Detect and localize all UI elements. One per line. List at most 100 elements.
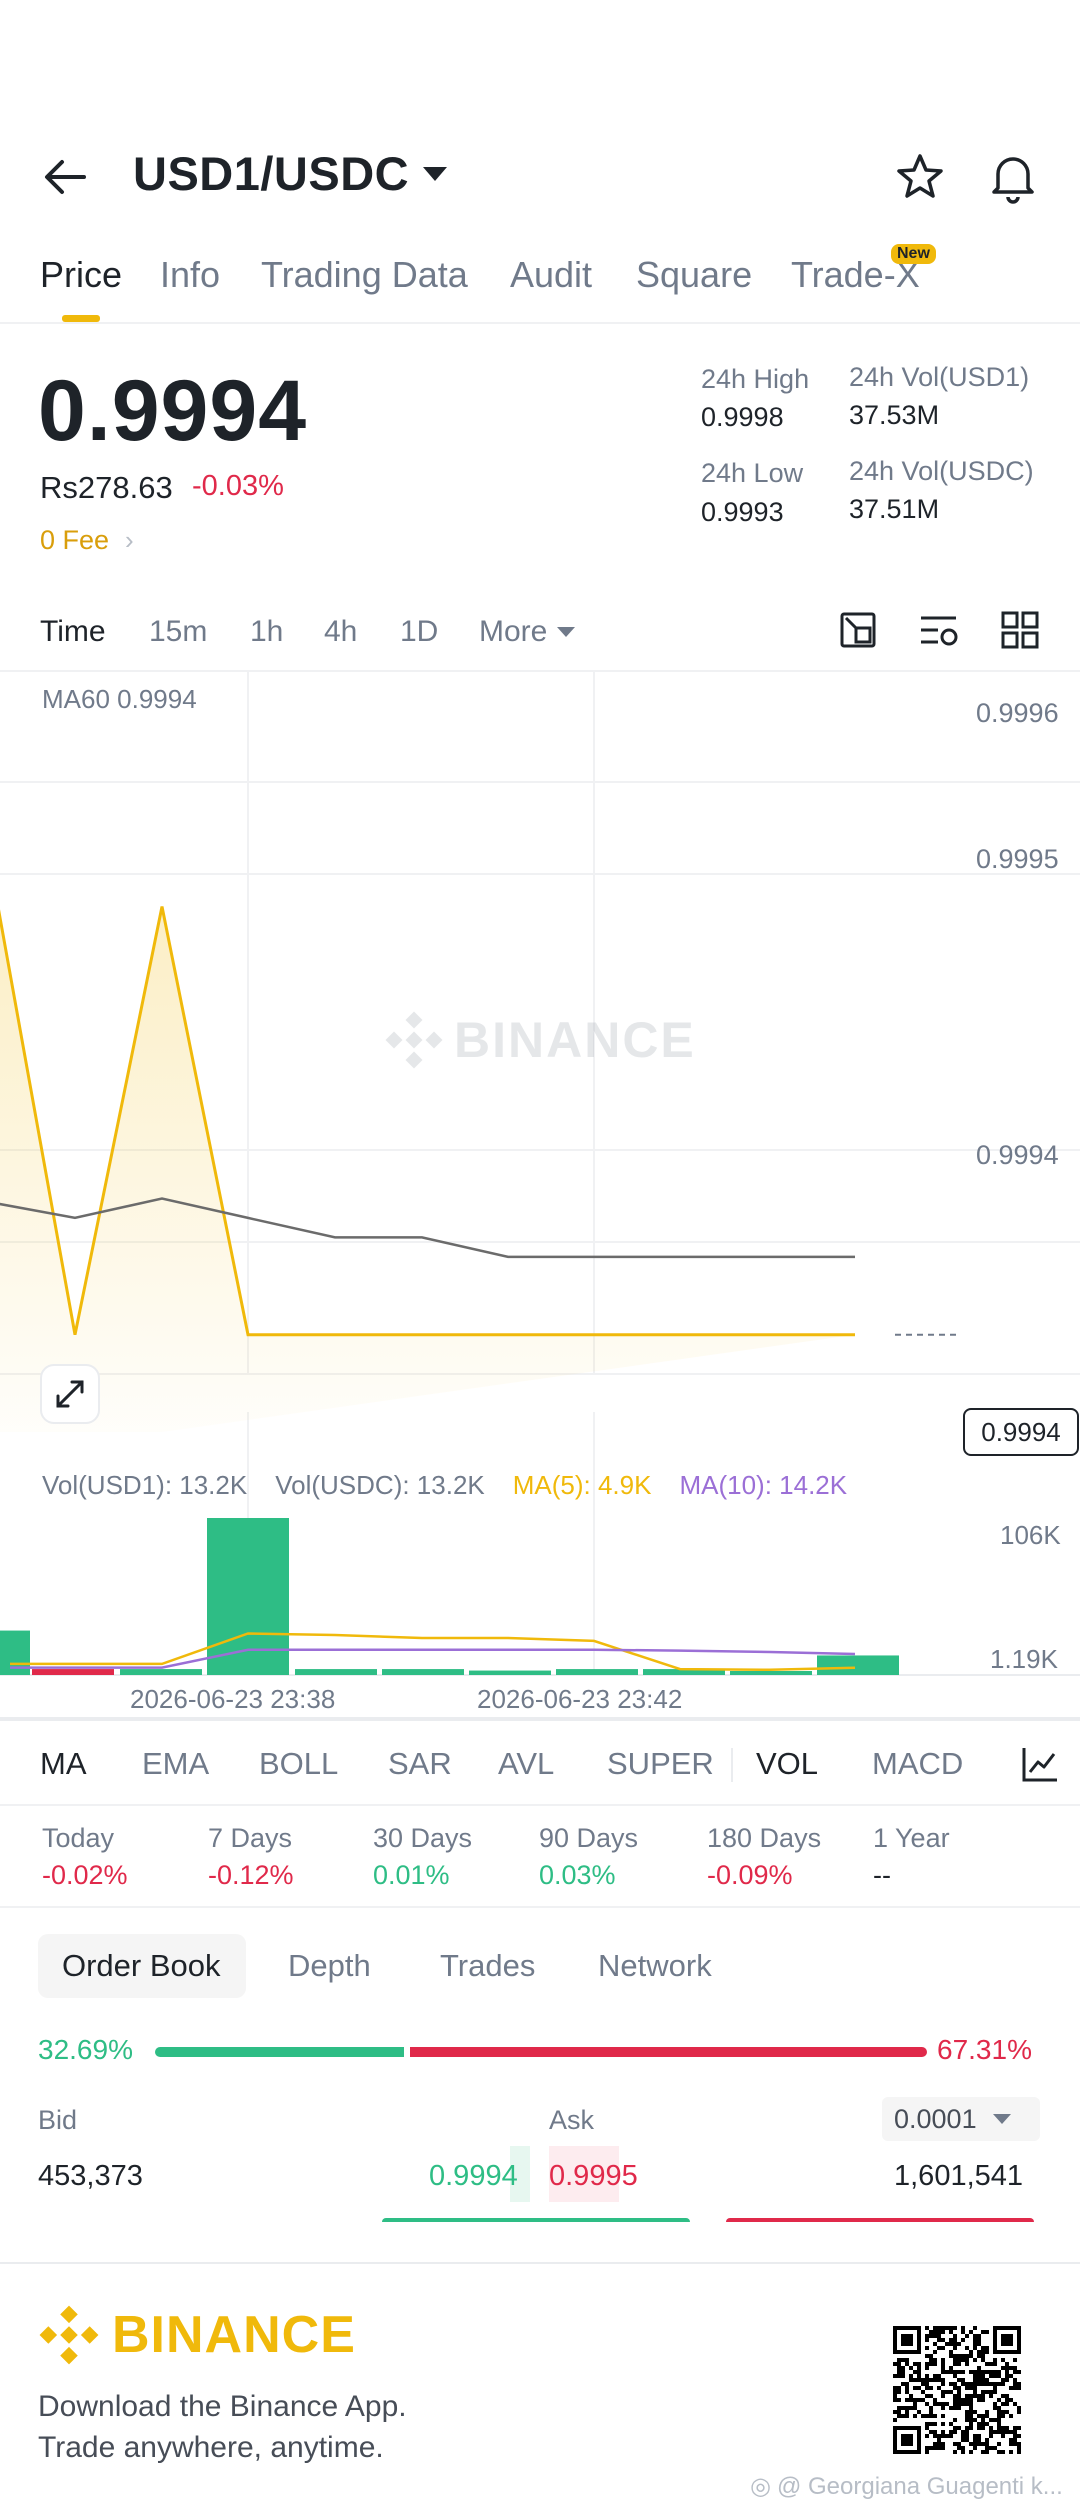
perf-value: -- bbox=[873, 1860, 891, 1890]
perf-label: 1 Year bbox=[873, 1823, 950, 1853]
tab-trades[interactable]: Trades bbox=[440, 1948, 535, 1984]
perf-value: 0.01% bbox=[373, 1860, 450, 1890]
volume-tick: 1.19K bbox=[990, 1644, 1058, 1674]
sell-button-edge[interactable] bbox=[726, 2218, 1034, 2222]
buy-button-edge[interactable] bbox=[382, 2218, 690, 2222]
footer-brand: BINANCE bbox=[38, 2304, 356, 2366]
divider bbox=[0, 322, 1080, 324]
volume-bar bbox=[730, 1671, 812, 1675]
low-value: 0.9993 bbox=[701, 497, 784, 527]
timeframe-4h[interactable]: 4h bbox=[324, 615, 357, 649]
chart-mode-icon[interactable] bbox=[838, 610, 878, 650]
indicator-sar[interactable]: SAR bbox=[388, 1746, 452, 1782]
price-area-fill bbox=[0, 906, 855, 1432]
ask-quantity: 1,601,541 bbox=[894, 2160, 1024, 2192]
price-tick: 0.9995 bbox=[976, 844, 1059, 874]
volume-tick: 106K bbox=[1000, 1520, 1061, 1550]
ask-percent: 67.31% bbox=[937, 2034, 1032, 2065]
indicator-ema[interactable]: EMA bbox=[142, 1746, 209, 1782]
vol2-value: 37.51M bbox=[849, 494, 940, 524]
expand-icon bbox=[56, 1380, 84, 1408]
indicator-macd[interactable]: MACD bbox=[872, 1746, 963, 1782]
fullscreen-button[interactable] bbox=[40, 1364, 100, 1424]
legend-vol1: Vol(USD1): 13.2K bbox=[42, 1470, 248, 1500]
divider bbox=[0, 1906, 1080, 1908]
caret-down-icon bbox=[992, 2114, 1011, 2124]
active-tab-indicator bbox=[62, 315, 100, 322]
indicator-avl[interactable]: AVL bbox=[498, 1746, 554, 1782]
tab-order-book[interactable]: Order Book bbox=[38, 1934, 246, 1998]
volume-bar bbox=[295, 1669, 377, 1675]
timeframe-1h[interactable]: 1h bbox=[250, 615, 283, 649]
tab-network[interactable]: Network bbox=[598, 1948, 712, 1984]
ratio-bar bbox=[155, 2047, 927, 2057]
volume-bar bbox=[469, 1670, 551, 1675]
volume-bar bbox=[207, 1518, 289, 1675]
bid-price: 0.9994 bbox=[429, 2160, 518, 2192]
precision-value: 0.0001 bbox=[894, 2103, 977, 2134]
indicator-settings-icon[interactable] bbox=[1020, 1744, 1060, 1784]
vol1-value: 37.53M bbox=[849, 400, 940, 430]
indicator-vol[interactable]: VOL bbox=[756, 1746, 818, 1782]
indicator-ma[interactable]: MA bbox=[40, 1746, 87, 1782]
caret-down-icon bbox=[557, 627, 576, 637]
bid-bar bbox=[155, 2047, 405, 2057]
back-icon[interactable] bbox=[40, 152, 90, 202]
perf-1y: 1 Year -- bbox=[873, 1823, 950, 1891]
tab-square[interactable]: Square bbox=[636, 254, 752, 296]
binance-watermark: BINANCE bbox=[384, 1010, 696, 1070]
high-value: 0.9998 bbox=[701, 402, 784, 432]
timeframe-1d[interactable]: 1D bbox=[400, 615, 438, 649]
legend-vol2: Vol(USDC): 13.2K bbox=[275, 1470, 485, 1500]
vol2-label: 24h Vol(USDC) bbox=[849, 456, 1034, 486]
price-series-layer bbox=[0, 906, 960, 1432]
perf-value: 0.03% bbox=[539, 1860, 616, 1890]
caret-down-icon bbox=[423, 166, 448, 181]
tab-order-book-label: Order Book bbox=[62, 1948, 221, 1983]
more-label: More bbox=[479, 615, 548, 648]
indicator-boll[interactable]: BOLL bbox=[259, 1746, 338, 1782]
perf-value: -0.09% bbox=[707, 1860, 793, 1890]
pair-title: USD1/USDC bbox=[133, 147, 410, 200]
bid-quantity: 453,373 bbox=[38, 2160, 143, 2192]
perf-label: 7 Days bbox=[208, 1823, 293, 1853]
credit-text: ◎ @ Georgiana Guagenti k... bbox=[750, 2472, 1063, 2501]
last-price: 0.9994 bbox=[38, 363, 308, 459]
indicator-super[interactable]: SUPER bbox=[607, 1746, 714, 1782]
watermark-text: BINANCE bbox=[454, 1012, 696, 1068]
tab-price[interactable]: Price bbox=[40, 254, 122, 296]
tab-info[interactable]: Info bbox=[160, 254, 220, 296]
pair-selector[interactable]: USD1/USDC bbox=[133, 146, 448, 201]
qr-code[interactable] bbox=[893, 2326, 1021, 2454]
divider bbox=[0, 1717, 1080, 1721]
precision-selector[interactable]: 0.0001 bbox=[882, 2097, 1040, 2141]
binance-logo-icon bbox=[39, 2305, 99, 2365]
perf-180d: 180 Days -0.09% bbox=[707, 1823, 821, 1891]
volume-bar bbox=[817, 1655, 899, 1675]
price-tick: 0.9994 bbox=[976, 1140, 1059, 1170]
tab-audit[interactable]: Audit bbox=[510, 254, 592, 296]
grid-layout-icon[interactable] bbox=[1000, 610, 1040, 650]
app-promo-footer: BINANCE Download the Binance App. Trade … bbox=[0, 2262, 1080, 2507]
star-icon[interactable] bbox=[895, 152, 945, 202]
fee-link[interactable]: 0 Fee › bbox=[40, 525, 134, 556]
binance-logo-icon bbox=[385, 1011, 443, 1069]
price-chart-area[interactable]: MA60 0.9994 BINANCE 0.9996 0.9995 0.9994… bbox=[0, 672, 1080, 1717]
timeframe-15m[interactable]: 15m bbox=[149, 615, 207, 649]
tab-depth[interactable]: Depth bbox=[288, 1948, 371, 1984]
timeframe-more[interactable]: More bbox=[479, 615, 576, 649]
vol1-label: 24h Vol(USD1) bbox=[849, 362, 1030, 392]
volume-bar bbox=[120, 1669, 202, 1675]
legend-ma5: MA(5): 4.9K bbox=[512, 1470, 652, 1500]
perf-label: 180 Days bbox=[707, 1823, 822, 1853]
chevron-right-icon: › bbox=[125, 525, 134, 555]
ma60-label: MA60 0.9994 bbox=[42, 684, 197, 714]
chart-settings-icon[interactable] bbox=[918, 610, 960, 650]
bid-header: Bid bbox=[38, 2105, 78, 2135]
perf-today: Today -0.02% bbox=[42, 1823, 128, 1891]
qr-code-image bbox=[893, 2326, 1021, 2454]
tab-trading-data[interactable]: Trading Data bbox=[261, 254, 468, 296]
bell-icon[interactable] bbox=[988, 150, 1038, 204]
indicator-separator bbox=[731, 1748, 733, 1782]
timeframe-time[interactable]: Time bbox=[40, 615, 106, 649]
